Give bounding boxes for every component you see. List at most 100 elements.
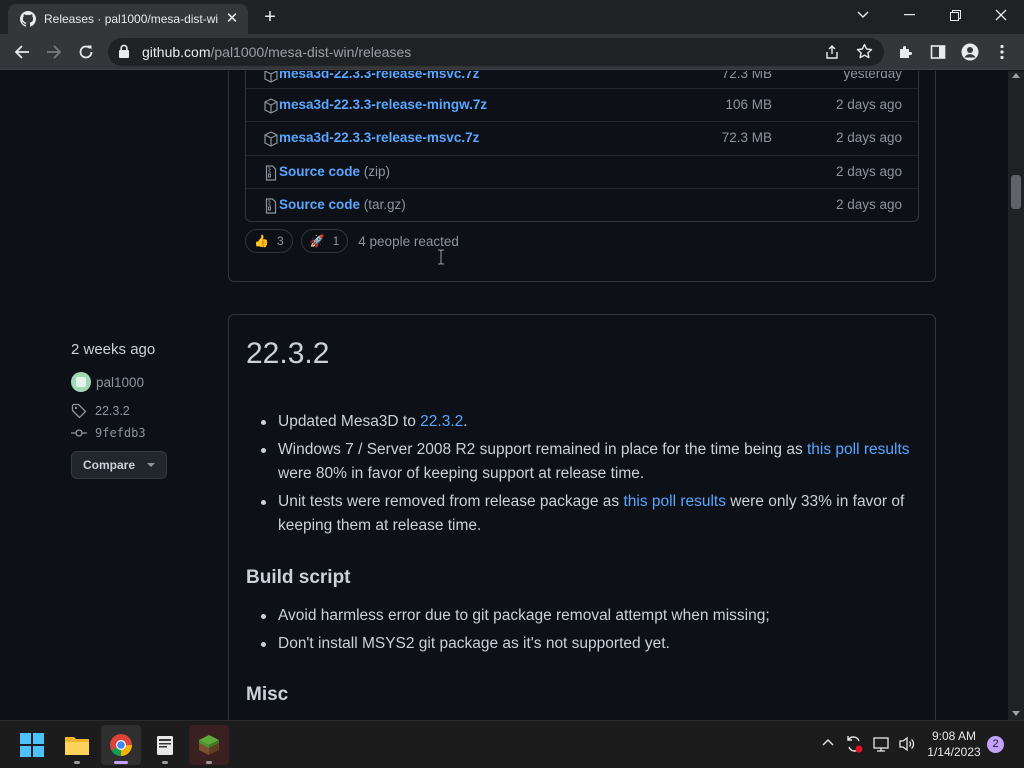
package-icon — [264, 131, 278, 147]
sync-alert-icon[interactable] — [845, 735, 863, 753]
asset-size: 72.3 MB — [721, 130, 772, 145]
thumbs-up-icon: 👍 — [254, 234, 269, 248]
bookmark-star-icon[interactable] — [856, 43, 873, 60]
person-icon — [961, 43, 979, 61]
asset-name[interactable]: mesa3d-22.3.3-release-msvc.7z — [279, 130, 479, 145]
arrow-left-icon — [14, 45, 29, 59]
text-cursor-icon — [438, 249, 444, 265]
address-bar[interactable]: github.com/pal1000/mesa-dist-win/release… — [108, 38, 884, 66]
tab-search-button[interactable] — [840, 0, 886, 30]
clock-date: 1/14/2023 — [927, 745, 981, 759]
reaction-rocket[interactable]: 🚀 1 — [300, 229, 349, 253]
asset-row[interactable]: Source code (tar.gz) 2 days ago — [246, 188, 918, 221]
minimize-icon — [903, 14, 915, 16]
asset-name[interactable]: Source code (tar.gz) — [279, 197, 406, 212]
reaction-thumbs-up[interactable]: 👍 3 — [245, 229, 293, 253]
caret-down-icon — [147, 463, 155, 467]
url-text: github.com/pal1000/mesa-dist-win/release… — [142, 44, 412, 60]
arrow-right-icon — [47, 45, 62, 59]
package-icon — [264, 71, 278, 83]
show-hidden-icons-chevron-icon[interactable] — [821, 735, 835, 749]
reload-button[interactable] — [72, 38, 100, 66]
page-scrollbar[interactable] — [1008, 71, 1024, 720]
asset-date: 2 days ago — [835, 97, 902, 112]
build-script-heading: Build script — [246, 567, 351, 588]
release-card: 22.3.2 Updated Mesa3D to 22.3.2. Windows… — [228, 314, 936, 720]
list-item: Avoid harmless error due to git package … — [246, 604, 926, 628]
version-link[interactable]: 22.3.2 — [420, 413, 463, 430]
rocket-icon: 🚀 — [309, 234, 325, 248]
kebab-menu-icon — [1000, 44, 1004, 60]
grass-block-icon — [199, 735, 219, 755]
taskbar-notepad[interactable] — [145, 725, 185, 765]
chevron-down-icon — [857, 11, 869, 18]
asset-date: yesterday — [843, 71, 902, 81]
asset-name[interactable]: Source code (zip) — [279, 164, 390, 179]
lock-icon[interactable] — [118, 44, 130, 59]
asset-row[interactable]: Source code (zip) 2 days ago — [246, 155, 918, 188]
commit-icon — [71, 429, 87, 437]
tab-close-icon[interactable]: ✕ — [224, 11, 240, 27]
scroll-down-arrow-icon[interactable] — [1012, 711, 1020, 716]
back-button[interactable] — [8, 38, 36, 66]
taskbar: 9:08 AM 1/14/2023 2 — [0, 720, 1024, 768]
profile-button[interactable] — [956, 38, 984, 66]
release-tag-link[interactable]: 22.3.2 — [71, 403, 130, 419]
asset-row[interactable]: mesa3d-22.3.3-release-msvc.7z 72.3 MB 2 … — [246, 121, 918, 154]
asset-row[interactable]: mesa3d-22.3.3-release-mingw.7z 106 MB 2 … — [246, 88, 918, 121]
release-commit-link[interactable]: 9fefdb3 — [71, 425, 146, 441]
reactions-summary[interactable]: 4 people reacted — [358, 234, 459, 249]
system-clock[interactable]: 9:08 AM 1/14/2023 — [922, 728, 986, 760]
file-zip-icon — [265, 198, 277, 214]
notepad-icon — [157, 736, 173, 755]
scroll-up-arrow-icon[interactable] — [1012, 73, 1020, 78]
running-indicator — [74, 761, 80, 764]
browser-tab-releases[interactable]: Releases · pal1000/mesa-dist-win ✕ — [8, 4, 248, 34]
taskbar-file-explorer[interactable] — [57, 725, 97, 765]
misc-heading: Misc — [246, 684, 289, 705]
notification-badge[interactable]: 2 — [987, 736, 1004, 753]
window-close-button[interactable] — [978, 0, 1024, 30]
reactions-bar: 👍 3 🚀 1 4 people reacted — [245, 229, 459, 253]
compare-label: Compare — [82, 458, 135, 472]
tab-title: Releases · pal1000/mesa-dist-win — [44, 12, 218, 26]
asset-date: 2 days ago — [835, 197, 902, 212]
taskbar-chrome[interactable] — [101, 725, 141, 765]
release-title[interactable]: 22.3.2 — [246, 337, 329, 371]
tag-icon — [71, 403, 87, 419]
restore-button[interactable] — [932, 0, 978, 30]
browser-menu-button[interactable] — [988, 38, 1016, 66]
asset-date: 2 days ago — [835, 164, 902, 179]
tag-name[interactable]: 22.3.2 — [95, 404, 130, 418]
list-item: Updated Mesa3D to 22.3.2. — [246, 410, 926, 434]
asset-name[interactable]: mesa3d-22.3.3-release-msvc.7z — [279, 71, 479, 81]
folder-icon — [65, 737, 89, 755]
poll-results-link[interactable]: this poll results — [807, 441, 910, 458]
avatar[interactable] — [71, 372, 91, 392]
asset-name[interactable]: mesa3d-22.3.3-release-mingw.7z — [279, 97, 487, 112]
share-icon[interactable] — [824, 44, 840, 60]
release-card-previous: mesa3d-22.3.3-release-msvc.7z 72.3 MB ye… — [228, 71, 936, 282]
clock-time: 9:08 AM — [931, 729, 977, 743]
side-panel-button[interactable] — [924, 38, 952, 66]
browser-toolbar: github.com/pal1000/mesa-dist-win/release… — [0, 34, 1024, 70]
start-button[interactable] — [12, 725, 52, 765]
release-author[interactable]: pal1000 — [71, 372, 144, 392]
author-name[interactable]: pal1000 — [96, 375, 144, 390]
puzzle-icon — [900, 46, 912, 58]
asset-size: 72.3 MB — [721, 71, 772, 81]
minimize-button[interactable] — [886, 0, 932, 30]
new-tab-button[interactable]: + — [258, 6, 282, 30]
compare-button[interactable]: Compare — [71, 451, 167, 479]
extensions-button[interactable] — [892, 38, 920, 66]
build-script-list: Avoid harmless error due to git package … — [246, 604, 926, 660]
taskbar-minecraft[interactable] — [189, 725, 229, 765]
running-indicator — [206, 761, 212, 764]
forward-button[interactable] — [40, 38, 68, 66]
scrollbar-thumb[interactable] — [1011, 175, 1021, 209]
network-icon[interactable] — [872, 735, 890, 753]
poll-results-link[interactable]: this poll results — [623, 493, 726, 510]
commit-sha[interactable]: 9fefdb3 — [95, 426, 146, 440]
restore-icon — [949, 9, 961, 21]
volume-icon[interactable] — [898, 735, 916, 753]
